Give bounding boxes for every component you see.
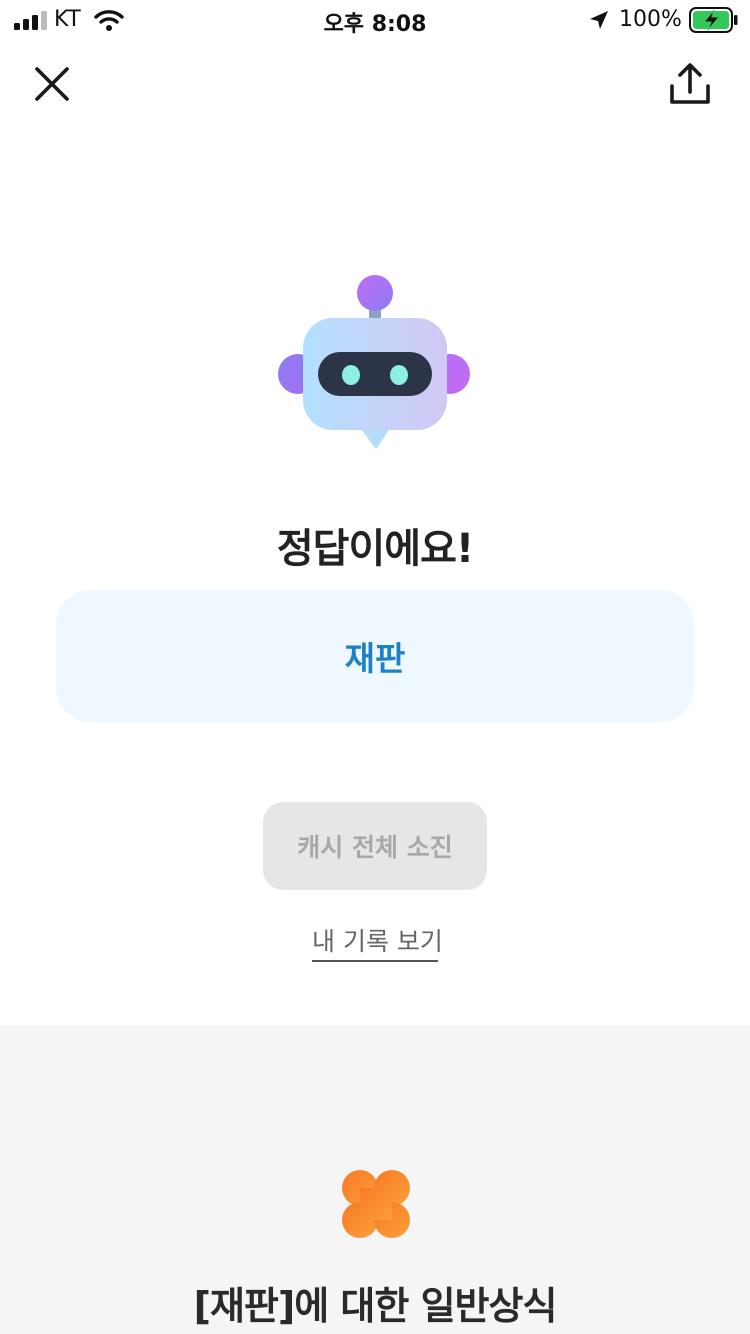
close-icon xyxy=(35,67,69,101)
robot-mascot-icon xyxy=(278,275,470,449)
share-upload-icon xyxy=(670,63,710,104)
result-title: 정답이에요! xyxy=(276,526,474,572)
status-bar: KT 오후 8:08 100% xyxy=(0,0,750,40)
general-knowledge-section: [재판]에 대한 일반상식 xyxy=(0,1025,750,1334)
share-button[interactable] xyxy=(664,58,716,110)
view-my-history-link[interactable]: 내 기록 보기 xyxy=(312,922,443,962)
answer-text: 재판 xyxy=(344,639,406,678)
quiz-result-screen: KT 오후 8:08 100% 정답이에요! 재판 캐시 전체 소진 내 기록 … xyxy=(0,0,750,1334)
cash-exhausted-button[interactable]: 캐시 전체 소진 xyxy=(263,802,487,890)
location-arrow-icon xyxy=(590,11,608,29)
clover-icon xyxy=(342,1170,410,1238)
general-knowledge-title: [재판]에 대한 일반상식 xyxy=(193,1284,558,1328)
close-button[interactable] xyxy=(28,60,76,108)
battery-percent: 100% xyxy=(619,7,682,32)
battery-charging-icon xyxy=(689,7,738,33)
answer-card: 재판 xyxy=(56,590,694,722)
